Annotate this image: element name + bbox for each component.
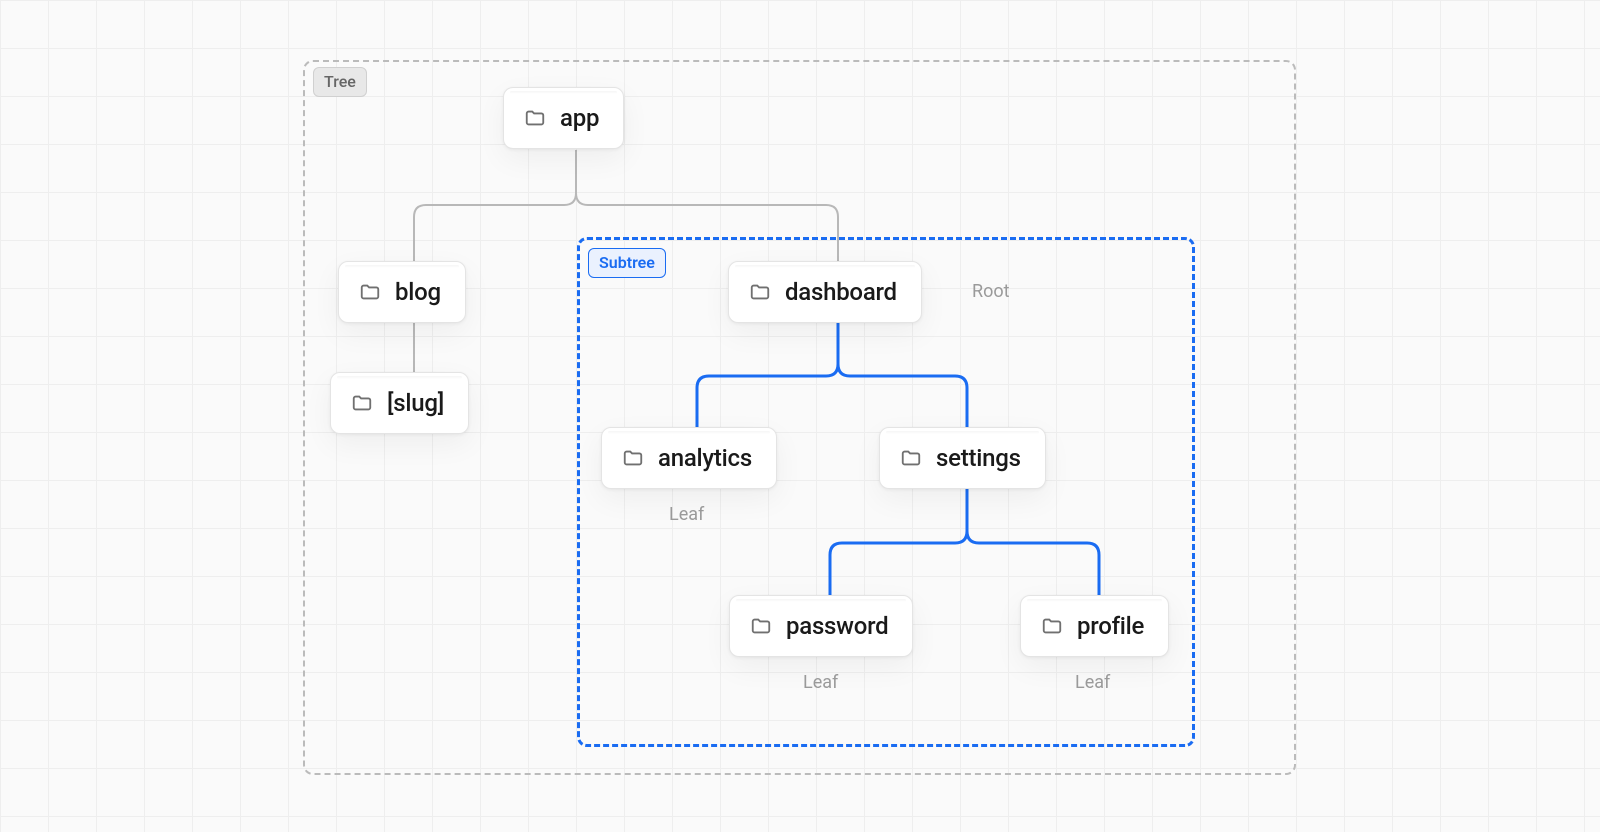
tree-badge: Tree bbox=[313, 67, 367, 97]
node-label: password bbox=[786, 612, 888, 640]
node-profile: profile bbox=[1020, 595, 1169, 657]
folder-icon bbox=[749, 281, 771, 303]
node-settings: settings bbox=[879, 427, 1046, 489]
diagram-container: Tree Subtree app blog [slug] bbox=[0, 0, 1600, 832]
node-label: blog bbox=[395, 278, 441, 306]
annotation-leaf-analytics: Leaf bbox=[669, 504, 704, 525]
folder-icon bbox=[1041, 615, 1063, 637]
folder-icon bbox=[359, 281, 381, 303]
folder-icon bbox=[351, 392, 373, 414]
annotation-root: Root bbox=[972, 281, 1010, 302]
annotation-leaf-profile: Leaf bbox=[1075, 672, 1110, 693]
subtree-badge: Subtree bbox=[588, 248, 666, 278]
node-blog: blog bbox=[338, 261, 466, 323]
folder-icon bbox=[750, 615, 772, 637]
node-app: app bbox=[503, 87, 624, 149]
folder-icon bbox=[900, 447, 922, 469]
node-slug: [slug] bbox=[330, 372, 469, 434]
node-label: analytics bbox=[658, 444, 752, 472]
node-label: dashboard bbox=[785, 278, 897, 306]
node-label: profile bbox=[1077, 612, 1144, 640]
annotation-leaf-password: Leaf bbox=[803, 672, 838, 693]
node-password: password bbox=[729, 595, 913, 657]
node-label: app bbox=[560, 104, 599, 132]
node-analytics: analytics bbox=[601, 427, 777, 489]
node-label: settings bbox=[936, 444, 1021, 472]
node-label: [slug] bbox=[387, 389, 444, 417]
folder-icon bbox=[524, 107, 546, 129]
folder-icon bbox=[622, 447, 644, 469]
node-dashboard: dashboard bbox=[728, 261, 922, 323]
